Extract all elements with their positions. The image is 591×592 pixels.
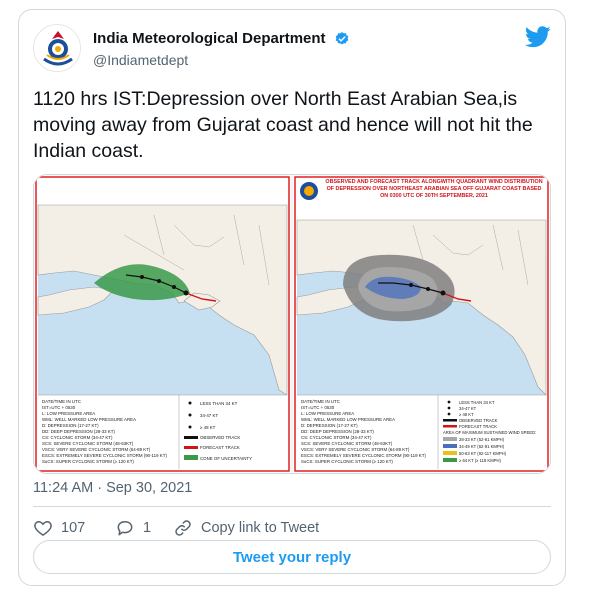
legend-left-line: VSCS: VERY SEVERE CYCLONIC STORM (64-89 … <box>301 447 410 452</box>
tweet-header: India Meteorological Department @Indiame… <box>33 24 551 72</box>
legend-left-line: SuCS: SUPER CYCLONIC STORM (≥ 120 KT) <box>301 459 393 464</box>
link-icon <box>175 520 191 536</box>
like-count: 107 <box>61 520 86 536</box>
tweet-text: 1120 hrs IST:Depression over North East … <box>33 88 533 162</box>
legend-left-line: CS: CYCLONIC STORM (34-47 KT) <box>42 435 113 440</box>
legend-left-line: ESCS: EXTREMELY SEVERE CYCLONIC STORM (9… <box>42 453 167 458</box>
tweet-your-reply-button[interactable]: Tweet your reply <box>33 540 551 574</box>
legend-right-line: ≥ 64 KT (≥ 118 KMPH) <box>459 458 502 463</box>
legend-right-line: OBSERVED TRACK <box>200 435 240 440</box>
verified-badge-icon <box>335 31 349 45</box>
legend-right-line: FORECAST TRACK <box>459 424 497 429</box>
legend-left-line: L: LOW PRESSURE AREA <box>42 411 95 416</box>
forecast-map-left[interactable]: DATE/TIME IN UTC IST=UTC + 0530 L: LOW P… <box>34 175 291 473</box>
legend-left-line: WML: WELL MARKED LOW PRESSURE AREA <box>42 417 136 422</box>
legend-left-line: SCS: SEVERE CYCLONIC STORM (48-63KT) <box>42 441 134 446</box>
legend-right-line: FORECAST TRACK <box>200 445 240 450</box>
legend-left-line: DATE/TIME IN UTC <box>42 399 81 404</box>
legend-left-line: DD: DEEP DEPRESSION (28-33 KT) <box>301 429 374 434</box>
legend-left-line: D: DEPRESSION (17-27 KT) <box>301 423 358 428</box>
author-display-name[interactable]: India Meteorological Department <box>93 30 326 47</box>
legend-right-line: 28-33 KT (52-61 KMPH) <box>459 437 505 442</box>
legend-left-line: IST=UTC + 0530 <box>42 405 76 410</box>
legend-right-line: 34-47 KT <box>459 406 477 411</box>
author-handle[interactable]: @Indiametdept <box>93 52 350 68</box>
legend-left-line: DATE/TIME IN UTC <box>301 399 340 404</box>
legend-right-line: AREA OF MAXIMUM SUSTAINED WIND SPEED: <box>443 430 536 435</box>
legend-right-line: LESS THAN 34 KT <box>459 400 495 405</box>
copy-link-label: Copy link to Tweet <box>201 520 320 536</box>
legend-right-line: LESS THAN 34 KT <box>200 401 238 406</box>
forecast-map-right[interactable]: OBSERVED AND FORECAST TRACK ALONGWITH QU… <box>293 175 550 473</box>
imd-logo-icon[interactable] <box>33 24 81 72</box>
tweet-card: India Meteorological Department @Indiame… <box>18 9 566 586</box>
tweet-timestamp[interactable]: 11:24 AM · Sep 30, 2021 <box>33 480 192 496</box>
legend-left-line: SuCS: SUPER CYCLONIC STORM (≥ 120 KT) <box>42 459 134 464</box>
twitter-bird-icon[interactable] <box>525 26 551 48</box>
legend-left-line: WML: WELL MARKED LOW PRESSURE AREA <box>301 417 395 422</box>
legend-right-line: 34-47 KT <box>200 413 218 418</box>
divider <box>33 506 551 507</box>
author-block[interactable]: India Meteorological Department @Indiame… <box>93 30 350 68</box>
reply-icon <box>117 521 133 536</box>
legend-left-line: ESCS: EXTREMELY SEVERE CYCLONIC STORM (9… <box>301 453 426 458</box>
legend-right-line: 50-63 KT (92-117 KMPH) <box>459 451 507 456</box>
right-map-title: OBSERVED AND FORECAST TRACK ALONGWITH QU… <box>325 179 543 199</box>
heart-icon <box>34 521 52 536</box>
legend-right-line: ≥ 48 KT <box>200 425 216 430</box>
legend-left-line: SCS: SEVERE CYCLONIC STORM (48-63KT) <box>301 441 393 446</box>
legend-right-line: OBSERVED TRACK <box>459 418 498 423</box>
reply-count: 1 <box>143 520 152 536</box>
legend-left-line: CS: CYCLONIC STORM (34-47 KT) <box>301 435 372 440</box>
legend-right-line: 34-49 KT (62-91 KMPH) <box>459 444 505 449</box>
legend-left-line: VSCS: VERY SEVERE CYCLONIC STORM (64-89 … <box>42 447 151 452</box>
legend-left-line: IST=UTC + 0530 <box>301 405 335 410</box>
tweet-media[interactable]: DATE/TIME IN UTC IST=UTC + 0530 L: LOW P… <box>33 174 551 474</box>
legend-left-line: D: DEPRESSION (17-27 KT) <box>42 423 99 428</box>
legend-left-line: L: LOW PRESSURE AREA <box>301 411 354 416</box>
legend-left-line: DD: DEEP DEPRESSION (28-33 KT) <box>42 429 115 434</box>
legend-right-line: CONE OF UNCERTAINTY <box>200 456 252 461</box>
legend-right-line: ≥ 48 KT <box>459 412 474 417</box>
